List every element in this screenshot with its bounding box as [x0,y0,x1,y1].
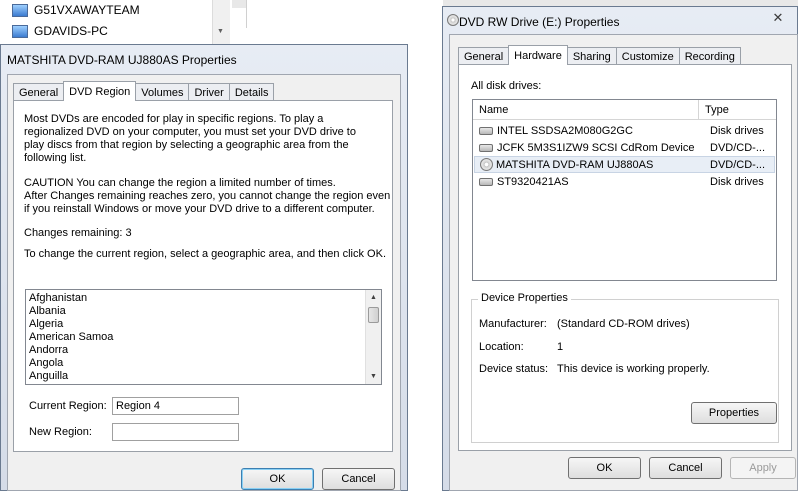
column-header-type[interactable]: Type [699,100,776,120]
scroll-down-arrow-icon[interactable]: ▼ [366,369,381,384]
list-item[interactable]: Afghanistan [26,292,381,305]
scroll-up-arrow-icon[interactable]: ▲ [366,290,381,305]
list-item[interactable]: Albania [26,305,381,318]
drive-type: Disk drives [710,175,764,188]
device-status-value: This device is working properly. [557,363,710,375]
drive-type: DVD/CD-... [710,141,765,154]
table-row[interactable]: JCFK 5M3S1IZW9 SCSI CdRom Device DVD/CD-… [474,139,775,156]
cd-drive-icon [479,143,493,152]
scroll-thumb[interactable] [368,307,379,323]
properties-button[interactable]: Properties [691,402,777,424]
cancel-button[interactable]: Cancel [322,468,395,490]
tab-volumes[interactable]: Volumes [135,83,190,101]
dialog-client-area: General DVD Region Volumes Driver Detail… [7,74,401,491]
current-region-field: Region 4 [112,397,239,415]
ok-button[interactable]: OK [568,457,641,479]
close-icon[interactable]: ✕ [763,9,793,27]
list-item[interactable]: Anguilla [26,370,381,383]
caution-line: After Changes remaining reaches zero, yo… [24,190,391,202]
list-item[interactable]: Algeria [26,318,381,331]
drive-type: DVD/CD-... [710,158,765,171]
scrollbar[interactable]: ▼ [212,0,230,44]
list-item[interactable]: GDAVIDS-PC [0,21,232,41]
drive-name: INTEL SSDSA2M080G2GC [497,124,633,137]
tab-details[interactable]: Details [228,83,275,101]
changes-remaining: Changes remaining: 3 [24,227,132,239]
tab-sharing[interactable]: Sharing [566,47,617,65]
hard-drive-icon [479,177,493,186]
list-item[interactable]: G51VXAWAYTEAM [0,0,232,20]
new-region-field[interactable] [112,423,239,441]
window-title: DVD RW Drive (E:) Properties [459,15,620,29]
intro-text: Most DVDs are encoded for play in specif… [24,113,356,165]
new-region-label: New Region: [29,426,92,438]
hardware-panel: All disk drives: Name Type INTEL SSDSA2M… [458,64,792,451]
drive-name: MATSHITA DVD-RAM UJ880AS [496,158,654,171]
device-properties-title: Device Properties [478,292,571,304]
window-title: MATSHITA DVD-RAM UJ880AS Properties [7,53,237,67]
instruction-text: To change the current region, select a g… [24,248,386,260]
ok-button[interactable]: OK [241,468,314,490]
intro-line: play discs from that region by selecting… [24,139,349,151]
drive-type: Disk drives [710,124,764,137]
device-properties-group: Device Properties Manufacturer: (Standar… [471,292,779,443]
tab-general[interactable]: General [13,83,65,101]
hard-drive-icon [479,126,493,135]
scroll-down-arrow-icon: ▼ [217,28,224,35]
cd-drive-icon [480,158,493,171]
tab-strip: General DVD Region Volumes Driver Detail… [13,81,275,101]
drive-name: ST9320421AS [497,175,569,188]
tab-customize[interactable]: Customize [615,47,680,65]
drive-name: JCFK 5M3S1IZW9 SCSI CdRom Device [497,141,695,154]
table-row[interactable]: INTEL SSDSA2M080G2GC Disk drives [474,122,775,139]
network-list: G51VXAWAYTEAM GDAVIDS-PC ▼ [0,0,232,44]
caution-line: CAUTION You can change the region a limi… [24,177,336,189]
computer-icon [12,24,28,38]
cancel-button[interactable]: Cancel [649,457,722,479]
location-label: Location: [479,341,524,353]
intro-line: Most DVDs are encoded for play in specif… [24,113,324,125]
location-value: 1 [557,341,564,353]
list-item[interactable]: American Samoa [26,331,381,344]
all-disk-drives-label: All disk drives: [471,80,542,92]
list-item-label: G51VXAWAYTEAM [34,3,140,17]
manufacturer-label: Manufacturer: [479,318,547,330]
list-item[interactable]: Angola [26,357,381,370]
table-row-selected[interactable]: MATSHITA DVD-RAM UJ880AS DVD/CD-... [474,156,775,173]
device-status-label: Device status: [479,363,549,375]
cd-drive-icon [447,14,459,26]
dialog-client-area: General Hardware Sharing Customize Recor… [449,34,798,491]
manufacturer-value: (Standard CD-ROM drives) [557,318,690,330]
tab-recording[interactable]: Recording [678,47,741,65]
column-header-name[interactable]: Name [473,100,698,120]
current-region-label: Current Region: [29,400,107,412]
disk-drive-list[interactable]: Name Type INTEL SSDSA2M080G2GC Disk driv… [472,99,777,281]
background-panel [246,0,443,28]
intro-line: following list. [24,152,87,164]
tab-general[interactable]: General [458,47,510,65]
region-list[interactable]: Afghanistan Albania Algeria American Sam… [25,289,382,385]
table-row[interactable]: ST9320421AS Disk drives [474,173,775,190]
list-item-label: GDAVIDS-PC [34,24,108,38]
computer-icon [12,3,28,17]
caution-text: CAUTION You can change the region a limi… [24,177,390,216]
tab-strip: General Hardware Sharing Customize Recor… [458,45,741,65]
tab-driver[interactable]: Driver [188,83,230,101]
tab-dvd-region[interactable]: DVD Region [63,81,137,101]
caution-line: if you reinstall Windows or move your DV… [24,203,375,215]
apply-button[interactable]: Apply [730,457,796,479]
region-list-scrollbar[interactable]: ▲ ▼ [365,290,381,384]
intro-line: regionalized DVD on your computer, you m… [24,126,356,138]
list-item[interactable]: Andorra [26,344,381,357]
tab-hardware[interactable]: Hardware [508,45,568,65]
dvd-region-panel: Most DVDs are encoded for play in specif… [13,100,393,452]
